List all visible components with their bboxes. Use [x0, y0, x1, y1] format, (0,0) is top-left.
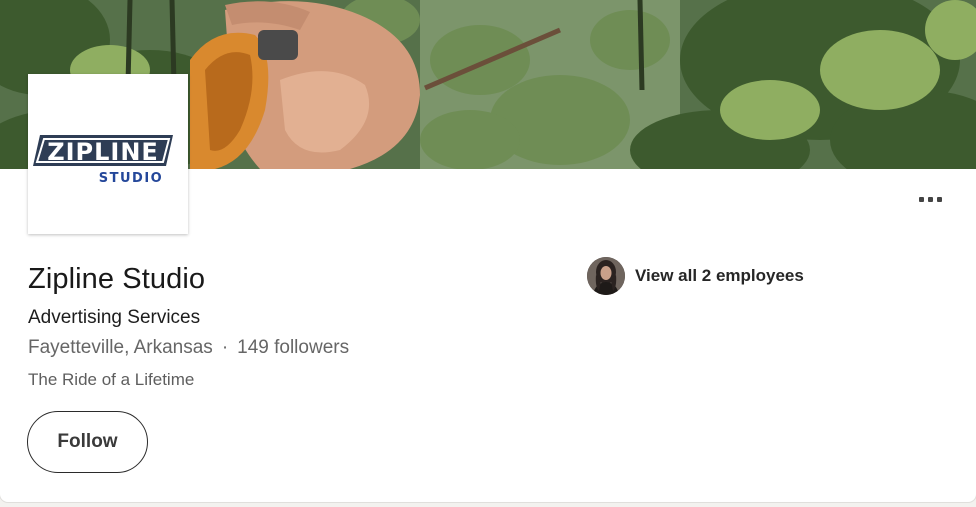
company-logo[interactable]: ZIPLINE STUDIO	[28, 74, 188, 234]
view-employees-label: View all 2 employees	[635, 266, 804, 285]
company-followers[interactable]: 149 followers	[237, 337, 349, 359]
company-meta: Fayetteville, Arkansas · 149 followers	[28, 337, 349, 359]
company-location: Fayetteville, Arkansas	[28, 337, 213, 358]
more-options-button[interactable]	[910, 184, 950, 214]
company-tagline: The Ride of a Lifetime	[28, 370, 195, 389]
company-profile-card: ZIPLINE STUDIO Zipline Studio Advertisin…	[0, 0, 976, 502]
follow-button[interactable]: Follow	[27, 411, 148, 473]
company-industry: Advertising Services	[28, 307, 201, 328]
view-employees-link[interactable]: View all 2 employees	[587, 257, 804, 295]
zipline-logo-icon: ZIPLINE STUDIO	[33, 135, 173, 186]
svg-text:STUDIO: STUDIO	[99, 171, 163, 186]
svg-text:ZIPLINE: ZIPLINE	[47, 138, 159, 166]
more-horizontal-icon	[918, 196, 924, 202]
employee-avatar	[587, 257, 625, 295]
person-photo-icon	[587, 257, 625, 295]
company-name: Zipline Studio	[28, 263, 206, 295]
meta-separator: ·	[221, 337, 229, 358]
